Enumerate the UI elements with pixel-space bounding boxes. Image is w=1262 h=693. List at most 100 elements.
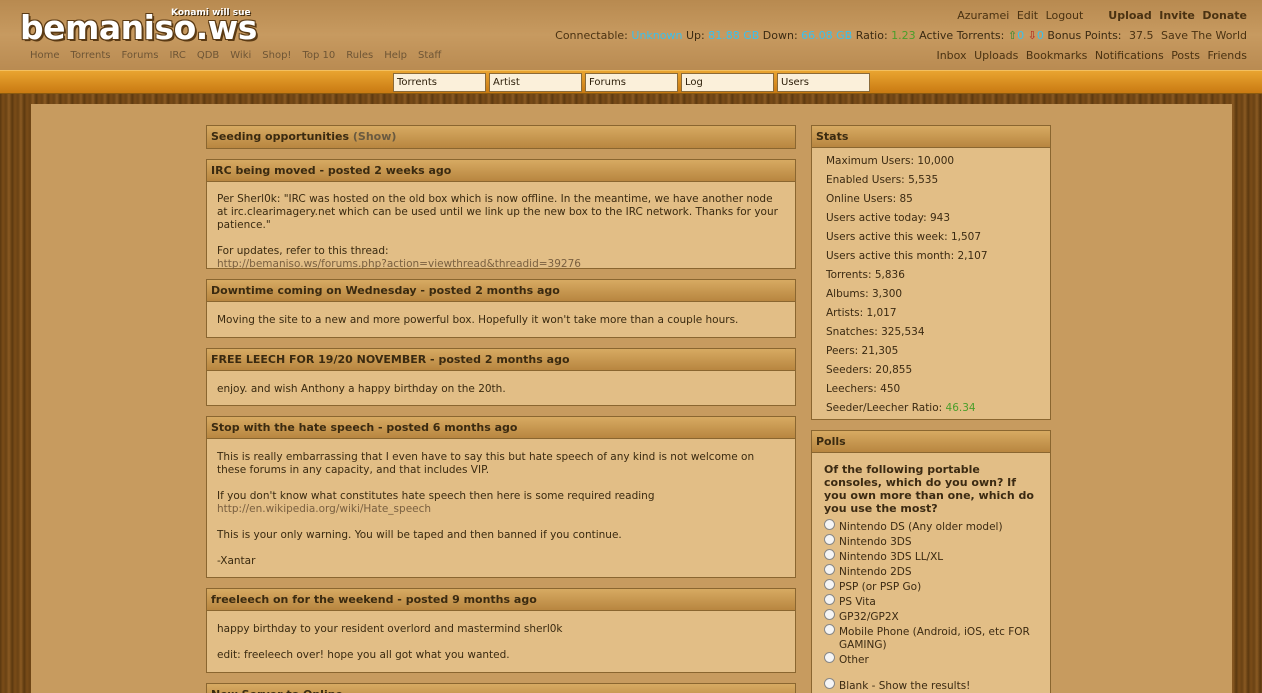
- news-text: enjoy. and wish Anthony a happy birthday…: [217, 383, 506, 395]
- nav-irc[interactable]: IRC: [169, 50, 185, 61]
- connectable-value: Unknown: [631, 29, 683, 42]
- leeching-count: 0: [1036, 29, 1044, 42]
- nav-home[interactable]: Home: [30, 50, 60, 61]
- poll-option[interactable]: Nintendo 3DS LL/XL: [812, 549, 1050, 564]
- news-text: -Xantar: [217, 555, 256, 567]
- invite-link[interactable]: Invite: [1159, 9, 1195, 22]
- poll-option-blank[interactable]: Blank - Show the results!: [812, 678, 1050, 693]
- nav-torrents[interactable]: Torrents: [71, 50, 111, 61]
- nav-wiki[interactable]: Wiki: [230, 50, 251, 61]
- search-torrents-input[interactable]: Torrents: [393, 73, 486, 92]
- upload-link[interactable]: Upload: [1108, 9, 1151, 22]
- stat-item: Leechers: 450: [826, 383, 901, 395]
- radio-button[interactable]: [824, 579, 835, 590]
- news-box: FREE LEECH FOR 19/20 NOVEMBER - posted 2…: [206, 348, 796, 406]
- news-text: edit: freeleech over! hope you all got w…: [217, 649, 510, 661]
- radio-button[interactable]: [824, 534, 835, 545]
- news-box: freeleech on for the weekend - posted 9 …: [206, 588, 796, 673]
- save-the-world-link[interactable]: Save The World: [1161, 29, 1247, 42]
- polls-box: Polls Of the following portable consoles…: [811, 430, 1051, 693]
- nav-top10[interactable]: Top 10: [302, 50, 335, 61]
- donate-link[interactable]: Donate: [1202, 9, 1247, 22]
- poll-option[interactable]: Nintendo DS (Any older model): [812, 519, 1050, 534]
- user-info: Azuramei Edit Logout Upload Invite Donat…: [555, 9, 1247, 62]
- logout-link[interactable]: Logout: [1046, 9, 1084, 22]
- news-title: New Server to Online: [207, 684, 795, 693]
- connectable-link[interactable]: Connectable: [555, 29, 624, 42]
- news-box: New Server to Online: [206, 683, 796, 693]
- posts-link[interactable]: Posts: [1171, 49, 1200, 62]
- poll-option[interactable]: PSP (or PSP Go): [812, 579, 1050, 594]
- radio-button[interactable]: [824, 594, 835, 605]
- news-box-seeding: Seeding opportunities (Show): [206, 125, 796, 149]
- stats-box: Stats Maximum Users: 10,000 Enabled User…: [811, 125, 1051, 420]
- poll-option[interactable]: GP32/GP2X: [812, 609, 1050, 624]
- up-label: Up:: [685, 29, 705, 42]
- username-link[interactable]: Azuramei: [957, 9, 1009, 22]
- uploads-link[interactable]: Uploads: [974, 49, 1018, 62]
- stat-item: Seeder/Leecher Ratio: 46.34: [826, 402, 976, 414]
- radio-button[interactable]: [824, 549, 835, 560]
- poll-option[interactable]: Nintendo 2DS: [812, 564, 1050, 579]
- news-title: freeleech on for the weekend - posted 9 …: [207, 589, 795, 611]
- radio-button[interactable]: [824, 564, 835, 575]
- radio-button[interactable]: [824, 678, 835, 689]
- nav-help[interactable]: Help: [384, 50, 407, 61]
- stat-item: Peers: 21,305: [826, 345, 899, 357]
- stat-item: Snatches: 325,534: [826, 326, 925, 338]
- news-text: If you don't know what constitutes hate …: [217, 490, 655, 502]
- news-box: IRC being moved - posted 2 weeks ago Per…: [206, 159, 796, 270]
- radio-button[interactable]: [824, 624, 835, 635]
- bookmarks-link[interactable]: Bookmarks: [1026, 49, 1087, 62]
- active-torrents-label: Active Torrents:: [919, 29, 1005, 42]
- news-box: Downtime coming on Wednesday - posted 2 …: [206, 279, 796, 338]
- stat-item: Albums: 3,300: [826, 288, 903, 300]
- news-text: This is really embarrassing that I even …: [217, 451, 755, 476]
- notifications-link[interactable]: Notifications: [1095, 49, 1164, 62]
- radio-button[interactable]: [824, 519, 835, 530]
- site-header: bemaniso.ws Konami will sue Home Torrent…: [0, 0, 1262, 70]
- poll-option[interactable]: Other: [812, 652, 1050, 667]
- news-title: Stop with the hate speech - posted 6 mon…: [207, 417, 795, 439]
- stat-item: Torrents: 5,836: [826, 269, 905, 281]
- radio-button[interactable]: [824, 652, 835, 663]
- stats-list: Maximum Users: 10,000 Enabled Users: 5,5…: [812, 148, 1050, 422]
- bonus-points-label: Bonus Points:: [1047, 29, 1122, 42]
- poll-option[interactable]: Mobile Phone (Android, iOS, etc FOR GAMI…: [812, 624, 1050, 652]
- news-text: Moving the site to a new and more powerf…: [217, 314, 739, 326]
- news-link[interactable]: http://en.wikipedia.org/wiki/Hate_speech: [217, 503, 431, 515]
- bonus-points-link[interactable]: 37.5: [1129, 29, 1154, 42]
- poll-question: Of the following portable consoles, whic…: [824, 463, 1034, 515]
- news-link[interactable]: http://bemaniso.ws/forums.php?action=vie…: [217, 258, 581, 270]
- news-box: Stop with the hate speech - posted 6 mon…: [206, 416, 796, 578]
- site-tagline: Konami will sue: [171, 8, 251, 18]
- upload-amount: 81.88 GB: [708, 29, 760, 42]
- stat-item: Seeders: 20,855: [826, 364, 913, 376]
- edit-link[interactable]: Edit: [1017, 9, 1038, 22]
- news-text: This is your only warning. You will be t…: [217, 529, 622, 541]
- news-text: Per Sherl0k: "IRC was hosted on the old …: [217, 193, 778, 231]
- search-log-input[interactable]: Log: [681, 73, 774, 92]
- radio-button[interactable]: [824, 609, 835, 620]
- stat-item: Artists: 1,017: [826, 307, 897, 319]
- nav-staff[interactable]: Staff: [418, 50, 441, 61]
- search-artist-input[interactable]: Artist: [489, 73, 582, 92]
- poll-option[interactable]: Nintendo 3DS: [812, 534, 1050, 549]
- download-amount: 66.08 GB: [801, 29, 853, 42]
- stat-item: Users active today: 943: [826, 212, 951, 224]
- show-toggle[interactable]: (Show): [353, 130, 397, 143]
- nav-forums[interactable]: Forums: [122, 50, 159, 61]
- friends-link[interactable]: Friends: [1207, 49, 1247, 62]
- search-users-input[interactable]: Users: [777, 73, 870, 92]
- leeching-arrow-icon: ⇩: [1027, 29, 1037, 42]
- ratio-value: 1.23: [891, 29, 916, 42]
- inbox-link[interactable]: Inbox: [936, 49, 966, 62]
- search-forums-input[interactable]: Forums: [585, 73, 678, 92]
- poll-option[interactable]: PS Vita: [812, 594, 1050, 609]
- nav-qdb[interactable]: QDB: [197, 50, 219, 61]
- stats-title: Stats: [812, 126, 1050, 148]
- stat-item: Users active this week: 1,507: [826, 231, 982, 243]
- nav-shop[interactable]: Shop!: [262, 50, 291, 61]
- nav-rules[interactable]: Rules: [346, 50, 373, 61]
- news-title: FREE LEECH FOR 19/20 NOVEMBER - posted 2…: [207, 349, 795, 371]
